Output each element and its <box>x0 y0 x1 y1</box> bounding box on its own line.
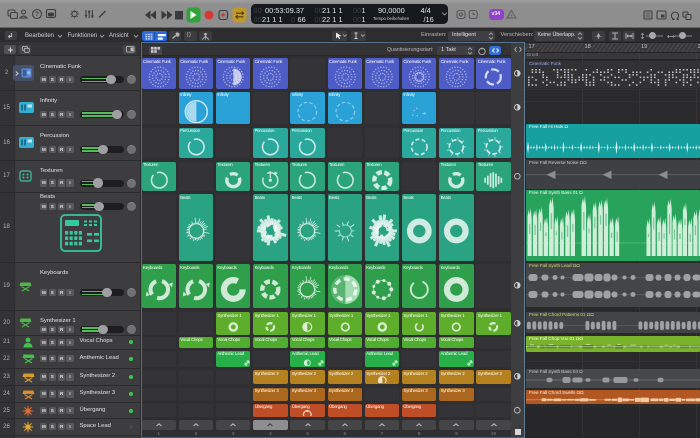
svg-text:?: ? <box>35 11 39 18</box>
